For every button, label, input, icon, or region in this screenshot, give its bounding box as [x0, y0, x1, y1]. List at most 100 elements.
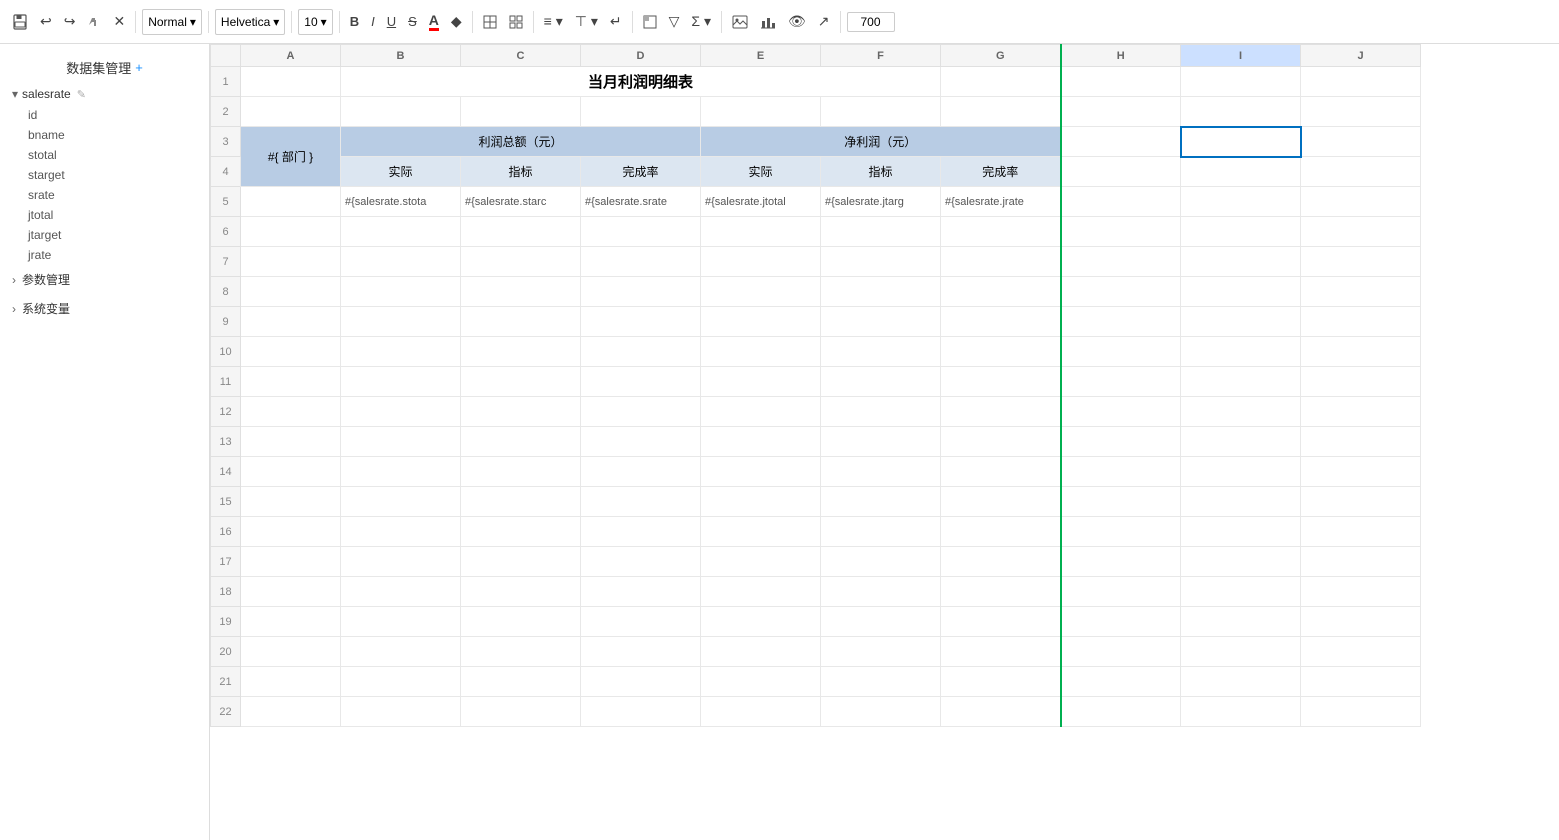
underline-button[interactable]: U — [383, 12, 400, 31]
cell-j3[interactable] — [1301, 127, 1421, 157]
bold-button[interactable]: B — [346, 12, 363, 31]
save-button[interactable] — [8, 12, 32, 32]
strikethrough-button[interactable]: S — [404, 12, 421, 31]
cell-j4[interactable] — [1301, 157, 1421, 187]
zoom-input[interactable] — [847, 12, 895, 32]
align-h-button[interactable]: ≡ ▾ — [540, 11, 567, 32]
sidebar-header-label: 数据集管理 — [66, 58, 131, 77]
cell-i1[interactable] — [1181, 67, 1301, 97]
cell-h1[interactable] — [1061, 67, 1181, 97]
sidebar-dataset-salesrate[interactable]: ▾ salesrate ✎ — [0, 83, 209, 105]
font-color-button[interactable]: A — [425, 10, 443, 33]
stotal-formula: #{salesrate.stota — [345, 196, 426, 208]
cell-a1[interactable] — [241, 67, 341, 97]
cell-e3-net-profit[interactable]: 净利润（元） — [701, 127, 1061, 157]
cell-h4[interactable] — [1061, 157, 1181, 187]
col-header-b[interactable]: B — [341, 45, 461, 67]
font-dropdown[interactable]: Helvetica ▾ — [215, 9, 285, 35]
cell-i2[interactable] — [1181, 97, 1301, 127]
sidebar-field-stotal[interactable]: stotal — [0, 145, 209, 165]
sidebar-field-jtarget[interactable]: jtarget — [0, 225, 209, 245]
format-painter-button[interactable] — [83, 13, 105, 31]
freeze-button[interactable] — [639, 13, 661, 31]
cell-i3[interactable] — [1181, 127, 1301, 157]
col-header-h[interactable]: H — [1061, 45, 1181, 67]
fill-color-button[interactable]: ◆ — [447, 11, 466, 32]
formula-button[interactable]: Σ ▾ — [687, 11, 715, 32]
cell-b4-actual1[interactable]: 实际 — [341, 157, 461, 187]
cell-c2[interactable] — [461, 97, 581, 127]
cell-h3[interactable] — [1061, 127, 1181, 157]
dataset-name-label: salesrate — [22, 87, 71, 101]
col-header-j[interactable]: J — [1301, 45, 1421, 67]
cell-a5[interactable] — [241, 187, 341, 217]
cell-a3-dept[interactable]: #{ 部门 } — [241, 127, 341, 187]
col-header-a[interactable]: A — [241, 45, 341, 67]
edit-dataset-icon[interactable]: ✎ — [77, 88, 86, 101]
sidebar-field-srate[interactable]: srate — [0, 185, 209, 205]
merge-button[interactable] — [505, 13, 527, 31]
col-header-d[interactable]: D — [581, 45, 701, 67]
sidebar-field-jrate[interactable]: jrate — [0, 245, 209, 265]
cell-f4-target2[interactable]: 指标 — [821, 157, 941, 187]
sidebar-field-id[interactable]: id — [0, 105, 209, 125]
sidebar-section-params[interactable]: › 参数管理 — [0, 265, 209, 294]
sep8 — [721, 11, 722, 33]
cell-h5[interactable] — [1061, 187, 1181, 217]
cell-b2[interactable] — [341, 97, 461, 127]
cell-b5-stotal[interactable]: #{salesrate.stota — [341, 187, 461, 217]
col-header-g[interactable]: G — [941, 45, 1061, 67]
cell-c4-target1[interactable]: 指标 — [461, 157, 581, 187]
redo-button[interactable]: ↪ — [60, 11, 80, 32]
wrap-button[interactable]: ↵ — [606, 11, 626, 32]
chart-button[interactable] — [756, 13, 780, 31]
cell-e4-actual2[interactable]: 实际 — [701, 157, 821, 187]
cell-d5-srate[interactable]: #{salesrate.srate — [581, 187, 701, 217]
col-header-c[interactable]: C — [461, 45, 581, 67]
col-header-f[interactable]: F — [821, 45, 941, 67]
sep2 — [208, 11, 209, 33]
cell-f5-jtarget[interactable]: #{salesrate.jtarg — [821, 187, 941, 217]
row-16: 16 — [211, 517, 1421, 547]
cell-f2[interactable] — [821, 97, 941, 127]
clear-button[interactable]: ✕ — [109, 11, 129, 32]
cell-e2[interactable] — [701, 97, 821, 127]
italic-button[interactable]: I — [367, 12, 379, 31]
cell-j1[interactable] — [1301, 67, 1421, 97]
row-13: 13 — [211, 427, 1421, 457]
cell-i4[interactable] — [1181, 157, 1301, 187]
col-header-i[interactable]: I — [1181, 45, 1301, 67]
cell-a2[interactable] — [241, 97, 341, 127]
style-dropdown[interactable]: Normal ▾ — [142, 9, 202, 35]
cell-i5[interactable] — [1181, 187, 1301, 217]
cell-h2[interactable] — [1061, 97, 1181, 127]
filter-button[interactable]: ▽ — [665, 11, 684, 32]
cell-g5-jrate[interactable]: #{salesrate.jrate — [941, 187, 1061, 217]
size-dropdown[interactable]: 10 ▾ — [298, 9, 332, 35]
cell-g1[interactable] — [941, 67, 1061, 97]
cell-c5-starget[interactable]: #{salesrate.starc — [461, 187, 581, 217]
sidebar-section-variables[interactable]: › 系统变量 — [0, 294, 209, 323]
sidebar-field-bname[interactable]: bname — [0, 125, 209, 145]
cell-j5[interactable] — [1301, 187, 1421, 217]
cell-g2[interactable] — [941, 97, 1061, 127]
sidebar: 数据集管理 + ▾ salesrate ✎ id bname stotal st… — [0, 44, 210, 840]
undo-button[interactable]: ↩ — [36, 11, 56, 32]
cell-e5-jtotal[interactable]: #{salesrate.jtotal — [701, 187, 821, 217]
col-header-e[interactable]: E — [701, 45, 821, 67]
cell-b1-title[interactable]: 当月利润明细表 — [341, 67, 941, 97]
cell-b3-profit-total[interactable]: 利润总额（元） — [341, 127, 701, 157]
cell-d4-rate1[interactable]: 完成率 — [581, 157, 701, 187]
sidebar-field-starget[interactable]: starget — [0, 165, 209, 185]
cell-j2[interactable] — [1301, 97, 1421, 127]
align-v-button[interactable]: ⊤ ▾ — [571, 11, 602, 32]
cell-g4-rate2[interactable]: 完成率 — [941, 157, 1061, 187]
spreadsheet[interactable]: A B C D E F G H I J 1 当月利 — [210, 44, 1559, 840]
add-dataset-button[interactable]: + — [135, 60, 143, 75]
share-button[interactable]: ↗ — [814, 11, 834, 32]
cell-d2[interactable] — [581, 97, 701, 127]
sidebar-field-jtotal[interactable]: jtotal — [0, 205, 209, 225]
image-button[interactable] — [728, 13, 752, 31]
eye-button[interactable]: 👁 — [784, 11, 810, 32]
border-button[interactable] — [479, 13, 501, 31]
